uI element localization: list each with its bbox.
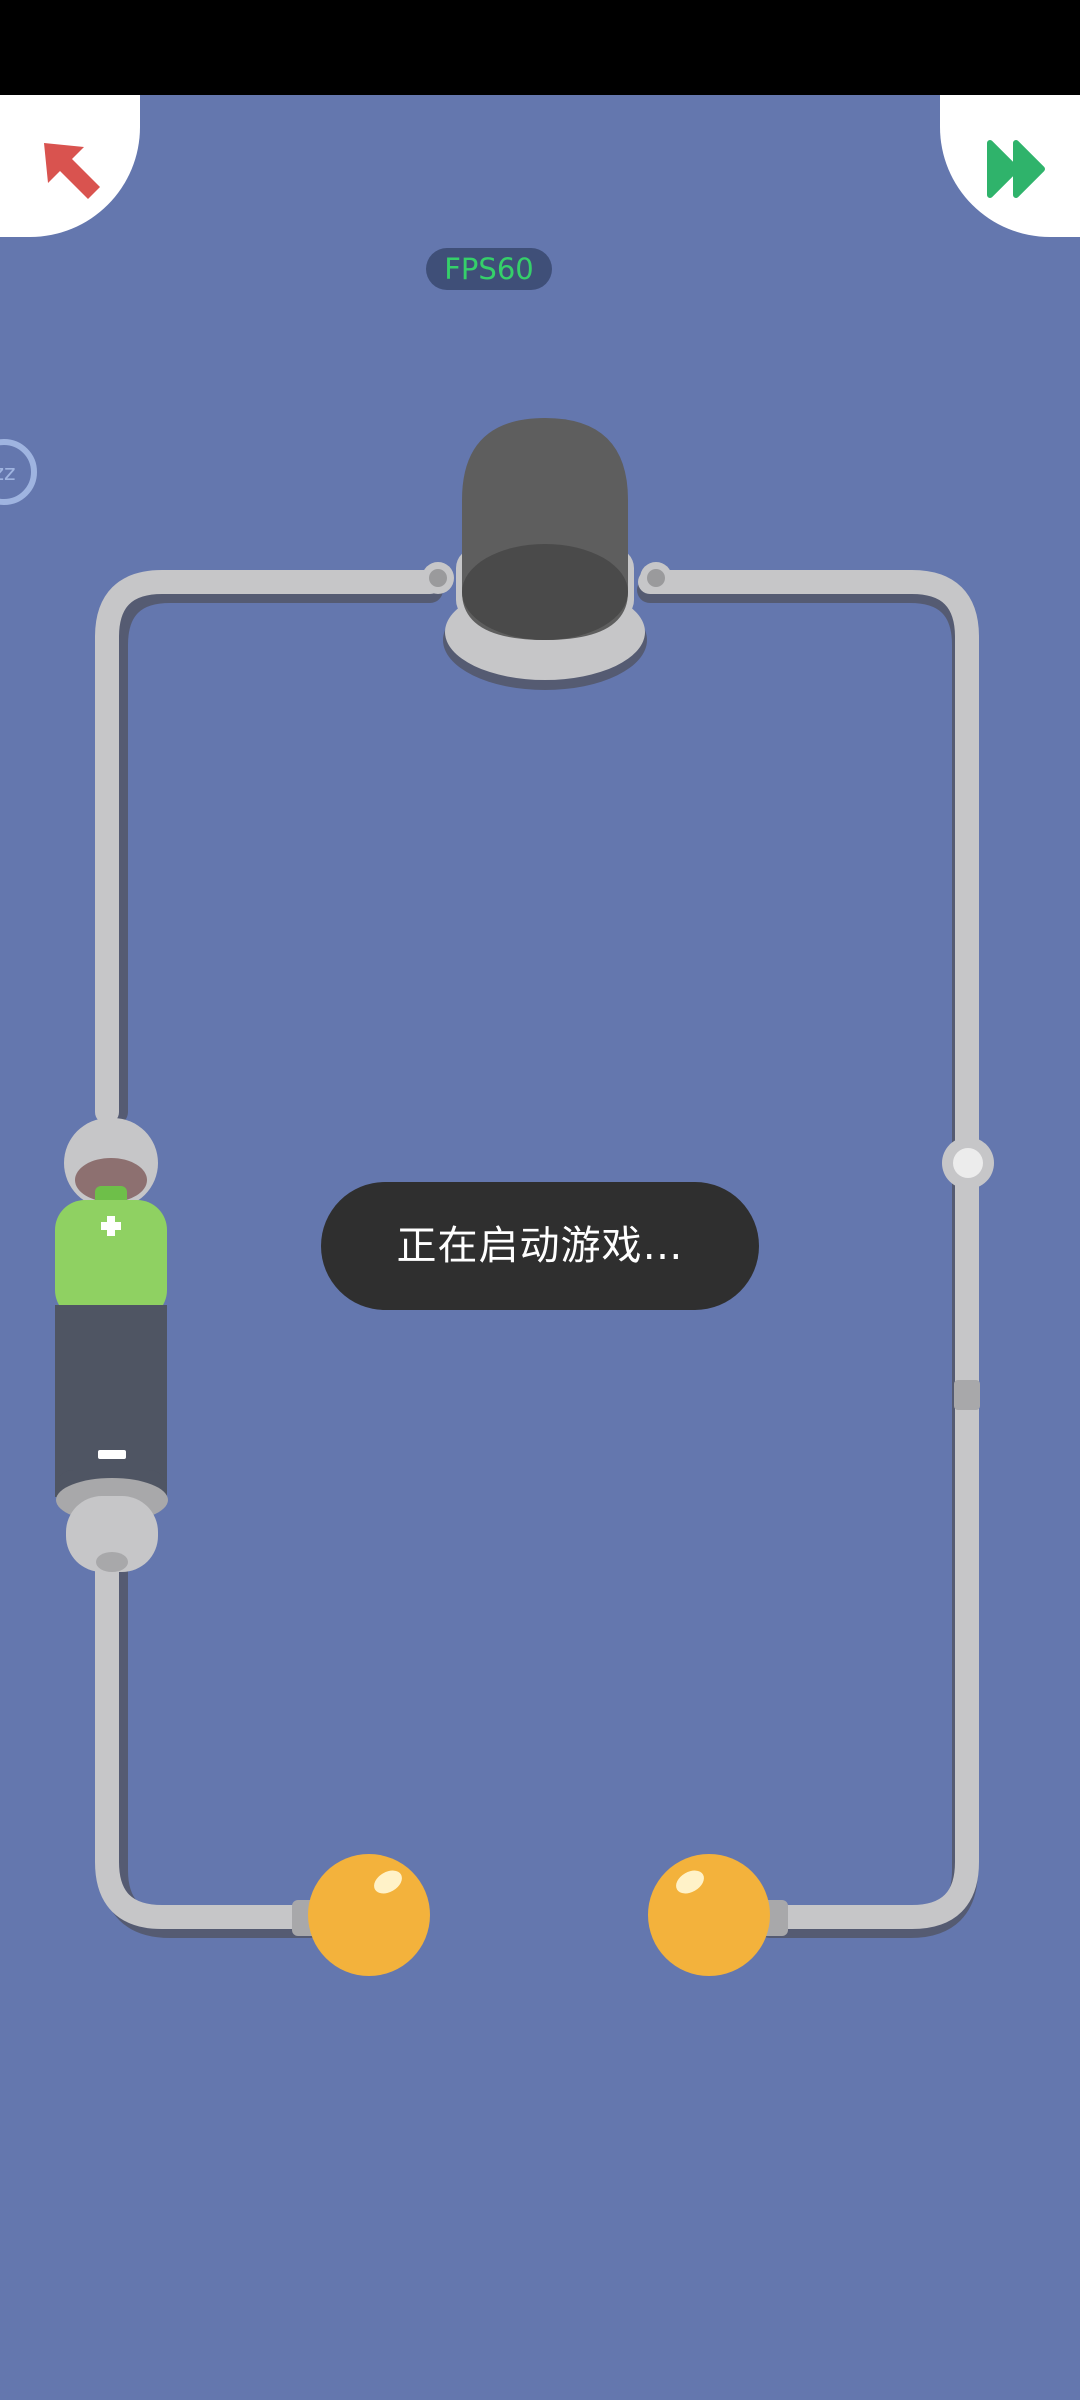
light-bulb [422, 418, 672, 690]
game-screen: FPS60 zz [0, 0, 1080, 2400]
loading-toast: 正在启动游戏… [321, 1182, 759, 1310]
loading-message: 正在启动游戏… [396, 1223, 684, 1269]
switch-knob-right[interactable] [648, 1854, 788, 1976]
wire-node[interactable] [942, 1137, 994, 1189]
battery[interactable] [55, 1118, 168, 1572]
switch-knob-left[interactable] [292, 1854, 430, 1976]
wire-joint [954, 1380, 980, 1410]
